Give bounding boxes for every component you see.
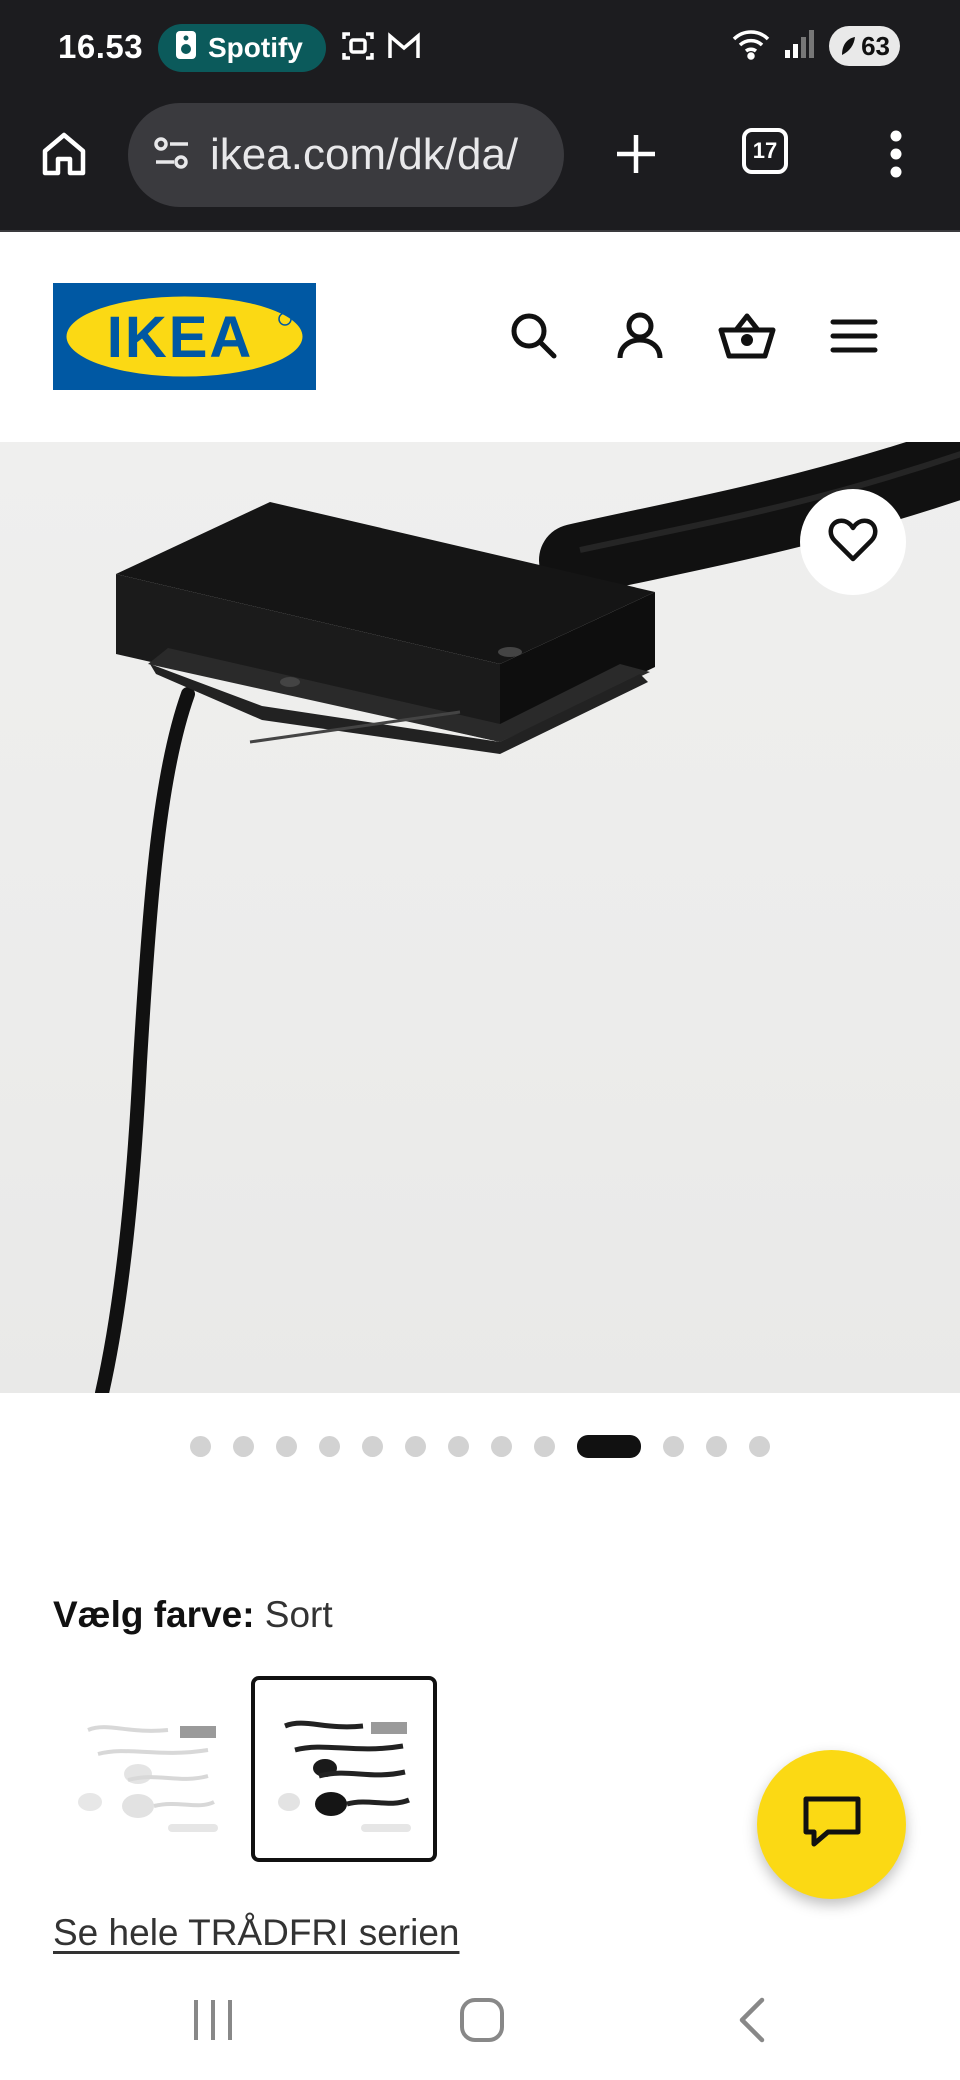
home-icon[interactable] xyxy=(36,126,92,182)
ikea-logo[interactable]: IKEA xyxy=(53,283,316,390)
carousel-dot[interactable] xyxy=(749,1436,770,1457)
carousel-dot[interactable] xyxy=(491,1436,512,1457)
recent-apps-icon[interactable] xyxy=(190,1994,236,2046)
url-text: ikea.com/dk/da/ xyxy=(210,130,519,179)
status-bar: 16.53 Spotify 63 xyxy=(0,0,960,100)
carousel-dot[interactable] xyxy=(534,1436,555,1457)
carousel-dot[interactable] xyxy=(663,1436,684,1457)
account-icon[interactable] xyxy=(614,310,666,367)
chat-button[interactable] xyxy=(757,1750,906,1899)
series-link[interactable]: Se hele TRÅDFRI serien xyxy=(53,1912,459,1954)
site-header: IKEA xyxy=(0,234,960,442)
screenshot-icon xyxy=(340,28,376,69)
product-photo-driver xyxy=(95,442,960,1393)
chat-icon xyxy=(802,1794,862,1855)
carousel-dot[interactable] xyxy=(405,1436,426,1457)
tab-count: 17 xyxy=(742,128,788,174)
white-product-thumbnail xyxy=(78,1725,218,1832)
status-time: 16.53 xyxy=(58,28,144,65)
black-product-thumbnail xyxy=(278,1720,411,1832)
carousel-dot[interactable] xyxy=(706,1436,727,1457)
gmail-icon xyxy=(386,28,422,69)
spotify-icon xyxy=(174,30,198,67)
tabs-icon[interactable]: 17 xyxy=(742,128,788,174)
menu-icon[interactable] xyxy=(830,310,878,367)
color-swatch-white[interactable] xyxy=(60,1676,246,1862)
spotify-notification-pill[interactable]: Spotify xyxy=(158,24,326,72)
more-menu-icon[interactable] xyxy=(876,124,916,184)
svg-text:IKEA: IKEA xyxy=(107,305,254,370)
selected-color-value: Sort xyxy=(264,1594,333,1635)
site-settings-icon[interactable] xyxy=(152,135,192,176)
carousel-dot[interactable] xyxy=(190,1436,211,1457)
heart-icon xyxy=(828,517,878,568)
favourite-button[interactable] xyxy=(800,489,906,595)
carousel-dot[interactable] xyxy=(233,1436,254,1457)
carousel-dot[interactable] xyxy=(319,1436,340,1457)
address-bar[interactable]: ikea.com/dk/da/ xyxy=(128,103,564,207)
carousel-dot-active[interactable] xyxy=(577,1435,641,1458)
color-label-heading: Vælg farve: xyxy=(53,1594,255,1635)
battery-icon: 63 xyxy=(829,26,900,66)
color-swatch-black[interactable] xyxy=(251,1676,437,1862)
carousel-dot[interactable] xyxy=(362,1436,383,1457)
browser-toolbar: ikea.com/dk/da/ 17 xyxy=(0,100,960,232)
signal-icon xyxy=(783,28,817,65)
system-navigation-bar xyxy=(0,1972,960,2080)
search-icon[interactable] xyxy=(508,310,560,367)
new-tab-icon[interactable] xyxy=(608,126,664,182)
back-nav-icon[interactable] xyxy=(732,1994,772,2046)
product-image[interactable] xyxy=(0,442,960,1393)
spotify-label: Spotify xyxy=(208,32,303,63)
color-label: Vælg farve: Sort xyxy=(53,1594,333,1636)
image-carousel-dots xyxy=(0,1434,960,1458)
basket-icon[interactable] xyxy=(718,310,776,367)
carousel-dot[interactable] xyxy=(448,1436,469,1457)
home-nav-icon[interactable] xyxy=(458,1994,506,2046)
carousel-dot[interactable] xyxy=(276,1436,297,1457)
wifi-icon xyxy=(731,27,771,66)
battery-level: 63 xyxy=(861,30,890,61)
